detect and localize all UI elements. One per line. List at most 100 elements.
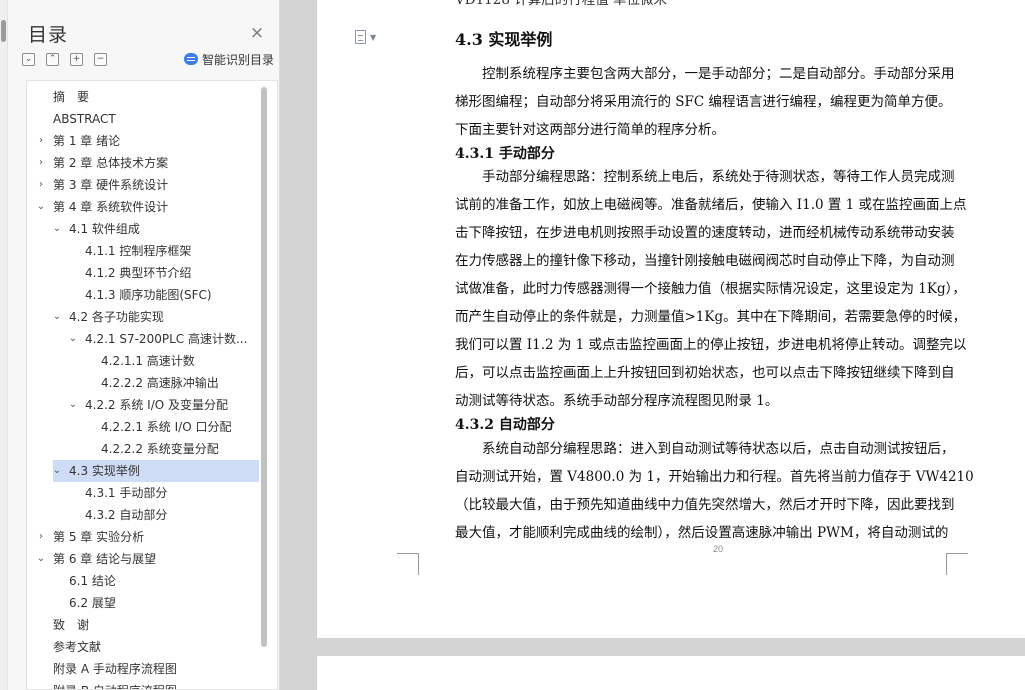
- paragraph-line: （比较最大值，由于预先知道曲线中力值先突然增大，然后才开时下降，因此要找到: [455, 497, 955, 513]
- chevron-right-icon[interactable]: ›: [35, 130, 47, 152]
- outline-item-label: 第 4 章 系统软件设计: [53, 200, 169, 214]
- chevron-right-icon[interactable]: ›: [35, 174, 47, 196]
- subsection-heading: 4.3.1 手动部分: [455, 146, 555, 162]
- outline-item[interactable]: 附录 B 自动程序流程图: [27, 680, 259, 689]
- outline-item[interactable]: 摘 要: [27, 86, 259, 108]
- outline-item[interactable]: 6.2 展望: [27, 592, 259, 614]
- panel-edge-strip: [0, 0, 8, 690]
- chevron-down-icon[interactable]: ⌄: [67, 328, 79, 350]
- outline-item-label: 4.2.1.1 高速计数: [101, 354, 195, 368]
- paragraph-line: 最大值，才能顺利完成曲线的绘制），然后设置高速脉冲输出 PWM，将自动测试的: [455, 525, 949, 541]
- outline-item[interactable]: ⌄ 4.3 实现举例: [53, 460, 259, 482]
- smart-toc-button[interactable]: 智能识别目录: [183, 51, 274, 68]
- outline-item[interactable]: 4.2.2.2 系统变量分配: [27, 438, 259, 460]
- outline-item[interactable]: 4.2.1.1 高速计数: [27, 350, 259, 372]
- outline-item-label: 4.2.2.2 高速脉冲输出: [101, 376, 219, 390]
- document-view: ▼ VD1128 计算后的行程值 单位微米 4.3 实现举例 控制系统程序主要包…: [280, 0, 1025, 690]
- outline-item[interactable]: 致 谢: [27, 614, 259, 636]
- outline-item-label: 摘 要: [53, 90, 90, 104]
- outline-item-label: 6.1 结论: [69, 574, 116, 588]
- outline-item[interactable]: › 第 3 章 硬件系统设计: [27, 174, 259, 196]
- outline-item-label: 4.1.1 控制程序框架: [85, 244, 192, 258]
- outline-item-label: 4.2.2.1 系统 I/O 口分配: [101, 420, 232, 434]
- outline-item[interactable]: ⌄ 4.1 软件组成: [27, 218, 259, 240]
- paragraph-line: 我们可以置 I1.2 为 1 或点击监控画面上的停止按钮，步进电机将停止转动。调…: [455, 337, 967, 353]
- outline-item-label: 附录 B 自动程序流程图: [53, 680, 177, 689]
- chevron-down-icon[interactable]: ⌄: [67, 394, 79, 416]
- outline-item[interactable]: 附录 A 手动程序流程图: [27, 658, 259, 680]
- outline-item-label: 4.2.2.2 系统变量分配: [101, 442, 219, 456]
- margin-corner-mark: [946, 553, 968, 575]
- outline-item[interactable]: 4.2.2.1 系统 I/O 口分配: [27, 416, 259, 438]
- outline-item-label: 附录 A 手动程序流程图: [53, 662, 177, 676]
- outline-item[interactable]: 6.1 结论: [27, 570, 259, 592]
- smart-toc-label: 智能识别目录: [201, 53, 274, 67]
- document-line-partial: VD1128 计算后的行程值 单位微米: [455, 0, 668, 8]
- outline-scrollbar[interactable]: [261, 87, 267, 647]
- outline-item[interactable]: 4.1.3 顺序功能图(SFC): [27, 284, 259, 306]
- outline-item[interactable]: › 第 5 章 实验分析: [27, 526, 259, 548]
- outline-panel: 目录 × ⌄ ⌃ + − 智能识别目录 摘 要 ABSTRACT › 第 1 章 绪论…: [8, 0, 280, 690]
- outline-item-label: 4.1 软件组成: [69, 222, 140, 236]
- outline-item-label: 4.3.2 自动部分: [85, 508, 168, 522]
- page-number: 20: [713, 544, 724, 554]
- paragraph-line: 系统自动部分编程思路：进入到自动测试等待状态以后，点击自动测试按钮后，: [455, 441, 955, 457]
- chevron-down-icon[interactable]: ⌄: [35, 196, 47, 218]
- document-options-icon[interactable]: ▼: [355, 30, 385, 50]
- collapse-all-icon[interactable]: ⌄: [22, 53, 35, 66]
- chevron-down-icon[interactable]: ⌄: [51, 218, 63, 240]
- outline-tree: 摘 要 ABSTRACT › 第 1 章 绪论 › 第 2 章 总体技术方案 › 第 3 章 …: [26, 80, 278, 690]
- outline-item[interactable]: ABSTRACT: [27, 108, 259, 130]
- outline-item[interactable]: 4.3.1 手动部分: [27, 482, 259, 504]
- outline-item[interactable]: 4.2.2.2 高速脉冲输出: [27, 372, 259, 394]
- outline-item[interactable]: 4.1.2 典型环节介绍: [27, 262, 259, 284]
- panel-edge-handle[interactable]: [1, 20, 6, 42]
- paragraph-line: 动测试等待状态。系统手动部分程序流程图见附录 1。: [455, 393, 779, 409]
- outline-item-label: 4.1.2 典型环节介绍: [85, 266, 192, 280]
- outline-item[interactable]: 参考文献: [27, 636, 259, 658]
- subsection-heading: 4.3.2 自动部分: [455, 417, 555, 433]
- paragraph-line: 控制系统程序主要包含两大部分，一是手动部分；二是自动部分。手动部分采用: [455, 66, 955, 82]
- paragraph-line: 试做准备，此时力传感器测得一个接触力值（根据实际情况设定，这里设定为 1Kg），: [455, 281, 966, 297]
- chevron-down-icon[interactable]: ⌄: [51, 460, 63, 482]
- document-page-next: [316, 656, 1025, 690]
- outline-item-label: 4.3 实现举例: [69, 464, 140, 478]
- paragraph-line: 而产生自动停止的条件就是，力测量值>1Kg。其中在下降期间，若需要急停的时候，: [455, 309, 967, 325]
- outline-item[interactable]: ⌄ 第 4 章 系统软件设计: [27, 196, 259, 218]
- outline-item-label: 4.2.1 S7-200PLC 高速计数...: [85, 332, 248, 346]
- chevron-right-icon[interactable]: ›: [35, 152, 47, 174]
- document-page: ▼ VD1128 计算后的行程值 单位微米 4.3 实现举例 控制系统程序主要包…: [316, 0, 1025, 638]
- outline-item-label: 参考文献: [53, 640, 102, 654]
- outline-item-label: 致 谢: [53, 618, 90, 632]
- outline-item[interactable]: 4.1.1 控制程序框架: [27, 240, 259, 262]
- outline-item[interactable]: › 第 2 章 总体技术方案: [27, 152, 259, 174]
- chevron-down-icon[interactable]: ⌄: [35, 548, 47, 570]
- outline-toolbar: ⌄ ⌃ + − 智能识别目录: [22, 53, 274, 69]
- outline-item[interactable]: ⌄ 4.2.2 系统 I/O 及变量分配: [27, 394, 259, 416]
- paragraph-line: 自动测试开始，置 V4800.0 为 1，开始输出力和行程。首先将当前力值存于 …: [455, 469, 974, 485]
- paragraph-line: 手动部分编程思路：控制系统上电后，系统处于待测状态，等待工作人员完成测: [455, 169, 955, 185]
- outline-item[interactable]: ⌄ 第 6 章 结论与展望: [27, 548, 259, 570]
- outline-item[interactable]: 4.3.2 自动部分: [27, 504, 259, 526]
- section-heading: 4.3 实现举例: [455, 30, 553, 49]
- outline-title: 目录: [28, 24, 69, 46]
- outline-item-label: ABSTRACT: [53, 112, 116, 126]
- outline-item[interactable]: ⌄ 4.2 各子功能实现: [27, 306, 259, 328]
- paragraph-line: 试前的准备工作，如放上电磁阀等。准备就绪后，使输入 I1.0 置 1 或在监控画…: [455, 197, 967, 213]
- outline-item-label: 第 1 章 绪论: [53, 134, 121, 148]
- remove-heading-icon[interactable]: −: [94, 53, 107, 66]
- chevron-down-icon[interactable]: ⌄: [51, 306, 63, 328]
- add-heading-icon[interactable]: +: [70, 53, 83, 66]
- expand-level-icon[interactable]: ⌃: [46, 53, 59, 66]
- paragraph-line: 在力传感器上的撞针像下移动，当撞针刚接触电磁阀阀芯时自动停止下降，为自动测: [455, 253, 955, 269]
- outline-item[interactable]: ⌄ 4.2.1 S7-200PLC 高速计数...: [27, 328, 259, 350]
- paragraph-line: 击下降按钮，在步进电机则按照手动设置的速度转动，进而经机械传动系统带动安装: [455, 225, 955, 241]
- outline-item-label: 4.2 各子功能实现: [69, 310, 164, 324]
- chevron-right-icon[interactable]: ›: [35, 526, 47, 548]
- outline-item-label: 4.2.2 系统 I/O 及变量分配: [85, 398, 229, 412]
- close-icon[interactable]: ×: [248, 24, 266, 42]
- margin-corner-mark: [397, 553, 419, 575]
- paragraph-line: 后，可以点击监控画面上上升按钮回到初始状态，也可以点击下降按钮继续下降到自: [455, 365, 955, 381]
- outline-item[interactable]: › 第 1 章 绪论: [27, 130, 259, 152]
- outline-item-label: 第 2 章 总体技术方案: [53, 156, 169, 170]
